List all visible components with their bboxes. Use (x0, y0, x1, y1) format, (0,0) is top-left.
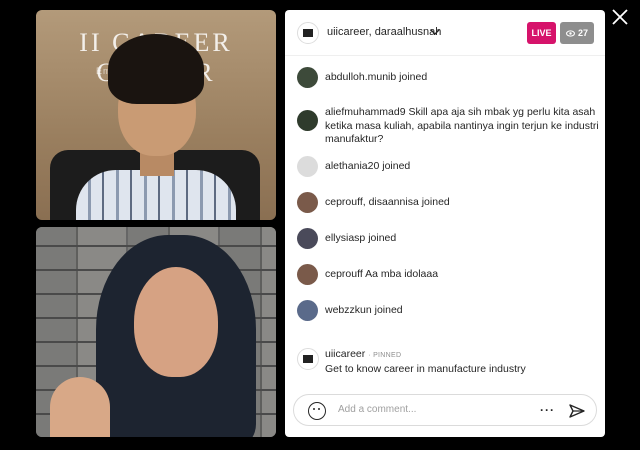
comment-input-bar[interactable]: Add a comment... ··· (293, 394, 597, 426)
live-panel: uiicareer, daraalhusnah LIVE 27 abdulloh… (285, 10, 605, 437)
comment-username[interactable]: abdulloh.munib (325, 71, 396, 83)
host-avatar[interactable] (297, 22, 319, 44)
close-icon[interactable] (611, 8, 629, 26)
comment-username[interactable]: aliefmuhammad9 (325, 106, 406, 118)
more-options-icon[interactable]: ··· (540, 403, 555, 417)
avatar[interactable] (297, 228, 318, 249)
video-tile-host: II CAREER CENTER Em ies (36, 10, 276, 220)
comment-input[interactable]: Add a comment... (338, 404, 416, 415)
live-badge: LIVE (527, 22, 556, 44)
viewer-count: 27 (577, 28, 588, 38)
comment-message: Aa mba idolaaa (365, 268, 439, 280)
chevron-down-icon[interactable] (430, 27, 440, 37)
avatar[interactable] (297, 192, 318, 213)
person-shirt (76, 170, 236, 220)
live-header: uiicareer, daraalhusnah LIVE 27 (285, 10, 605, 56)
person-hair (108, 34, 204, 104)
pinned-username[interactable]: uiicareer (325, 348, 365, 360)
person-face (134, 267, 218, 377)
avatar[interactable] (297, 348, 319, 370)
avatar[interactable] (297, 156, 318, 177)
avatar[interactable] (297, 67, 318, 88)
comment-message: joined (421, 196, 450, 208)
comment-username[interactable]: ceprouff (325, 268, 363, 280)
comment-message: joined (368, 232, 397, 244)
comment-username[interactable]: alethania20 (325, 160, 379, 172)
host-names[interactable]: uiicareer, daraalhusnah (327, 26, 441, 38)
thumbs-up-hand (50, 377, 110, 437)
avatar[interactable] (297, 300, 318, 321)
comment-username[interactable]: webzzkun (325, 304, 372, 316)
emoji-icon[interactable] (308, 402, 326, 420)
viewer-count-badge[interactable]: 27 (560, 22, 594, 44)
comment-username[interactable]: ceprouff, disaannisa (325, 196, 419, 208)
pinned-message: Get to know career in manufacture indust… (325, 362, 526, 375)
avatar[interactable] (297, 264, 318, 285)
comment-username[interactable]: ellysiasp (325, 232, 365, 244)
pinned-comment[interactable]: uiicareer · PINNED Get to know career in… (285, 340, 605, 380)
avatar[interactable] (297, 110, 318, 131)
comment-message: joined (374, 304, 403, 316)
comment-message: joined (382, 160, 411, 172)
send-icon[interactable] (568, 402, 586, 420)
eye-icon (566, 29, 575, 37)
video-tile-guest (36, 227, 276, 437)
comment-message: joined (399, 71, 428, 83)
pinned-label: · PINNED (368, 352, 402, 359)
